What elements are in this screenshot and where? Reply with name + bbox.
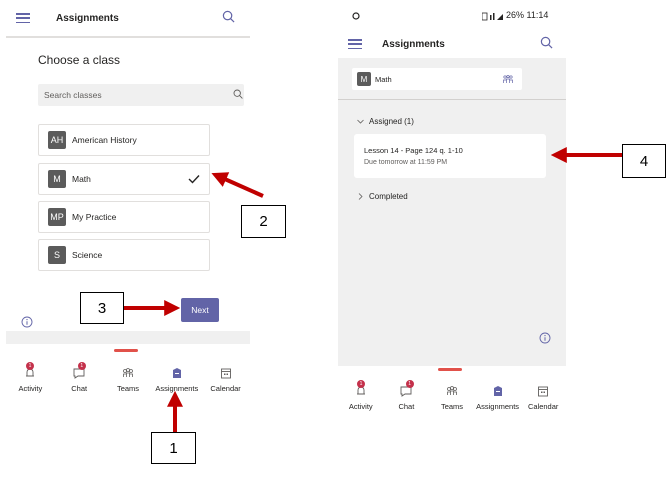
arrow-2 <box>211 172 264 198</box>
callout-1: 1 <box>151 432 196 464</box>
callout-4: 4 <box>622 144 666 178</box>
callout-2: 2 <box>241 205 286 238</box>
annotation-arrows <box>124 147 622 455</box>
callout-3: 3 <box>80 292 124 324</box>
